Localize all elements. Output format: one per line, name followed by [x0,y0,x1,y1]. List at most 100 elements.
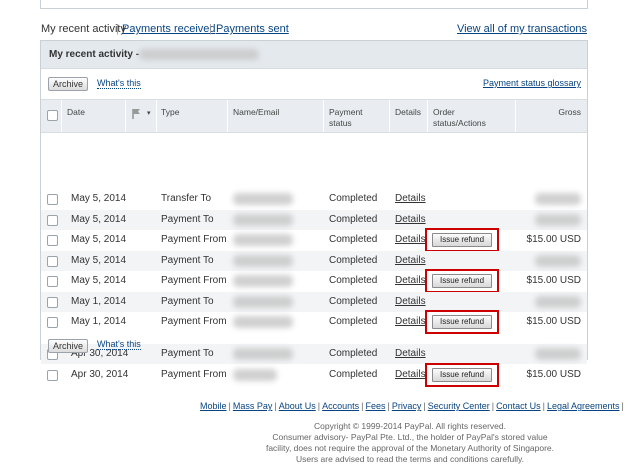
footer-links: Mobile | Mass Pay | About Us | Accounts | Fees | P… [200,401,626,411]
footer-link-accounts[interactable]: Accounts [322,401,359,411]
archive-button-top[interactable]: Archive [48,77,89,91]
redacted-name-email [233,214,293,226]
view-all-transactions-link[interactable]: View all of my transactions [457,23,587,35]
footer-separator: | [274,401,277,411]
column-date: Date [67,107,85,117]
highlight-box: Issue refund [425,310,499,334]
row-type: Payment From [161,369,227,380]
highlight-box: Issue refund [425,269,499,293]
row-checkbox[interactable] [47,235,58,246]
top-frame [40,0,588,9]
row-date: May 5, 2014 [71,234,127,245]
row-date: May 5, 2014 [71,214,127,225]
row-type: Payment To [161,348,214,359]
footer-separator: | [361,401,364,411]
column-gross: Gross [558,107,581,117]
row-type: Transfer To [161,193,212,204]
row-type: Payment From [161,234,227,245]
issue-refund-button[interactable]: Issue refund [432,368,492,382]
row-type: Payment From [161,275,227,286]
row-payment-status: Completed [329,296,378,307]
row-details-link[interactable]: Details [395,255,426,267]
footer-separator: | [542,401,545,411]
row-checkbox[interactable] [47,370,58,381]
row-payment-status: Completed [329,369,378,380]
highlight-box: Issue refund [425,363,499,387]
payment-status-glossary-link[interactable]: Payment status glossary [483,78,581,88]
whats-this-link-bottom[interactable]: What's this [97,339,141,350]
redacted-name-email [233,193,293,205]
row-date: May 5, 2014 [71,255,127,266]
row-date: Apr 30, 2014 [71,369,129,380]
redacted-gross [535,214,581,226]
row-details-link[interactable]: Details [395,214,426,226]
redacted-gross [535,348,581,360]
redacted-account-name [139,49,259,60]
row-details-link[interactable]: Details [395,193,426,205]
table-row: May 1, 2014 Payment From Completed Details I… [41,310,587,334]
footer-link-legal-agreements[interactable]: Legal Agreements [547,401,620,411]
whats-this-link-top[interactable]: What's this [97,78,141,89]
row-details-link[interactable]: Details [395,316,426,328]
redacted-name-email [233,275,293,287]
select-all-checkbox[interactable] [47,110,58,121]
redacted-name-email [233,369,277,381]
chevron-down-icon[interactable]: ▾ [147,108,151,119]
footer-link-privacy[interactable]: Privacy [392,401,422,411]
row-checkbox[interactable] [47,297,58,308]
footer-advisory-line3: Users are advised to read the terms and … [295,454,525,464]
tab-recent-activity[interactable]: My recent activity [41,23,126,35]
footer-link-fees[interactable]: Fees [365,401,385,411]
row-checkbox[interactable] [47,215,58,226]
flag-icon[interactable] [131,108,145,120]
activity-tabs: My recent activity | Payments received |… [41,23,587,37]
footer-separator: | [423,401,426,411]
row-date: May 5, 2014 [71,275,127,286]
row-checkbox[interactable] [47,256,58,267]
footer-link-contact-us[interactable]: Contact Us [496,401,541,411]
table-row: May 1, 2014 Payment To Completed Details [41,292,587,312]
tab-payments-sent[interactable]: Payments sent [216,23,289,35]
row-type: Payment To [161,296,214,307]
row-checkbox[interactable] [47,276,58,287]
footer-separator: | [387,401,390,411]
row-payment-status: Completed [329,214,378,225]
footer-link-mass-pay[interactable]: Mass Pay [233,401,273,411]
row-date: May 5, 2014 [71,193,127,204]
redacted-name-email [233,255,293,267]
tab-payments-received[interactable]: Payments received [122,23,216,35]
row-details-link[interactable]: Details [395,234,426,246]
footer-advisory-line2: facility, does not require the approval … [265,443,555,453]
row-details-link[interactable]: Details [395,348,426,360]
row-checkbox[interactable] [47,317,58,328]
redacted-name-email [233,234,293,246]
issue-refund-button[interactable]: Issue refund [432,233,492,247]
footer-separator: | [228,401,231,411]
footer-link-security-center[interactable]: Security Center [428,401,490,411]
row-details-link[interactable]: Details [395,369,426,381]
footer-advisory-line1: Consumer advisory- PayPal Pte. Ltd., the… [272,432,548,442]
footer-link-about-us[interactable]: About Us [279,401,316,411]
footer-separator: | [491,401,495,411]
footer-separator: | [621,401,624,411]
issue-refund-button[interactable]: Issue refund [432,274,492,288]
row-payment-status: Completed [329,234,378,245]
column-payment-status: Payment status [329,107,363,128]
footer-link-mobile[interactable]: Mobile [200,401,227,411]
row-date: May 1, 2014 [71,316,127,327]
footer-copyright: Copyright © 1999-2014 PayPal. All rights… [314,421,506,431]
row-checkbox[interactable] [47,194,58,205]
row-gross: $15.00 USD [526,234,581,245]
row-details-link[interactable]: Details [395,296,426,308]
row-payment-status: Completed [329,348,378,359]
highlight-box: Issue refund [425,228,499,252]
row-payment-status: Completed [329,255,378,266]
recent-activity-panel: My recent activity - Archive What's this… [40,40,588,387]
redacted-name-email [233,348,293,360]
row-details-link[interactable]: Details [395,275,426,287]
row-type: Payment To [161,214,214,225]
issue-refund-button[interactable]: Issue refund [432,315,492,329]
table-row: May 5, 2014 Transfer To Completed Details [41,189,587,209]
row-gross: $15.00 USD [526,316,581,327]
archive-button-bottom[interactable]: Archive [48,339,89,353]
